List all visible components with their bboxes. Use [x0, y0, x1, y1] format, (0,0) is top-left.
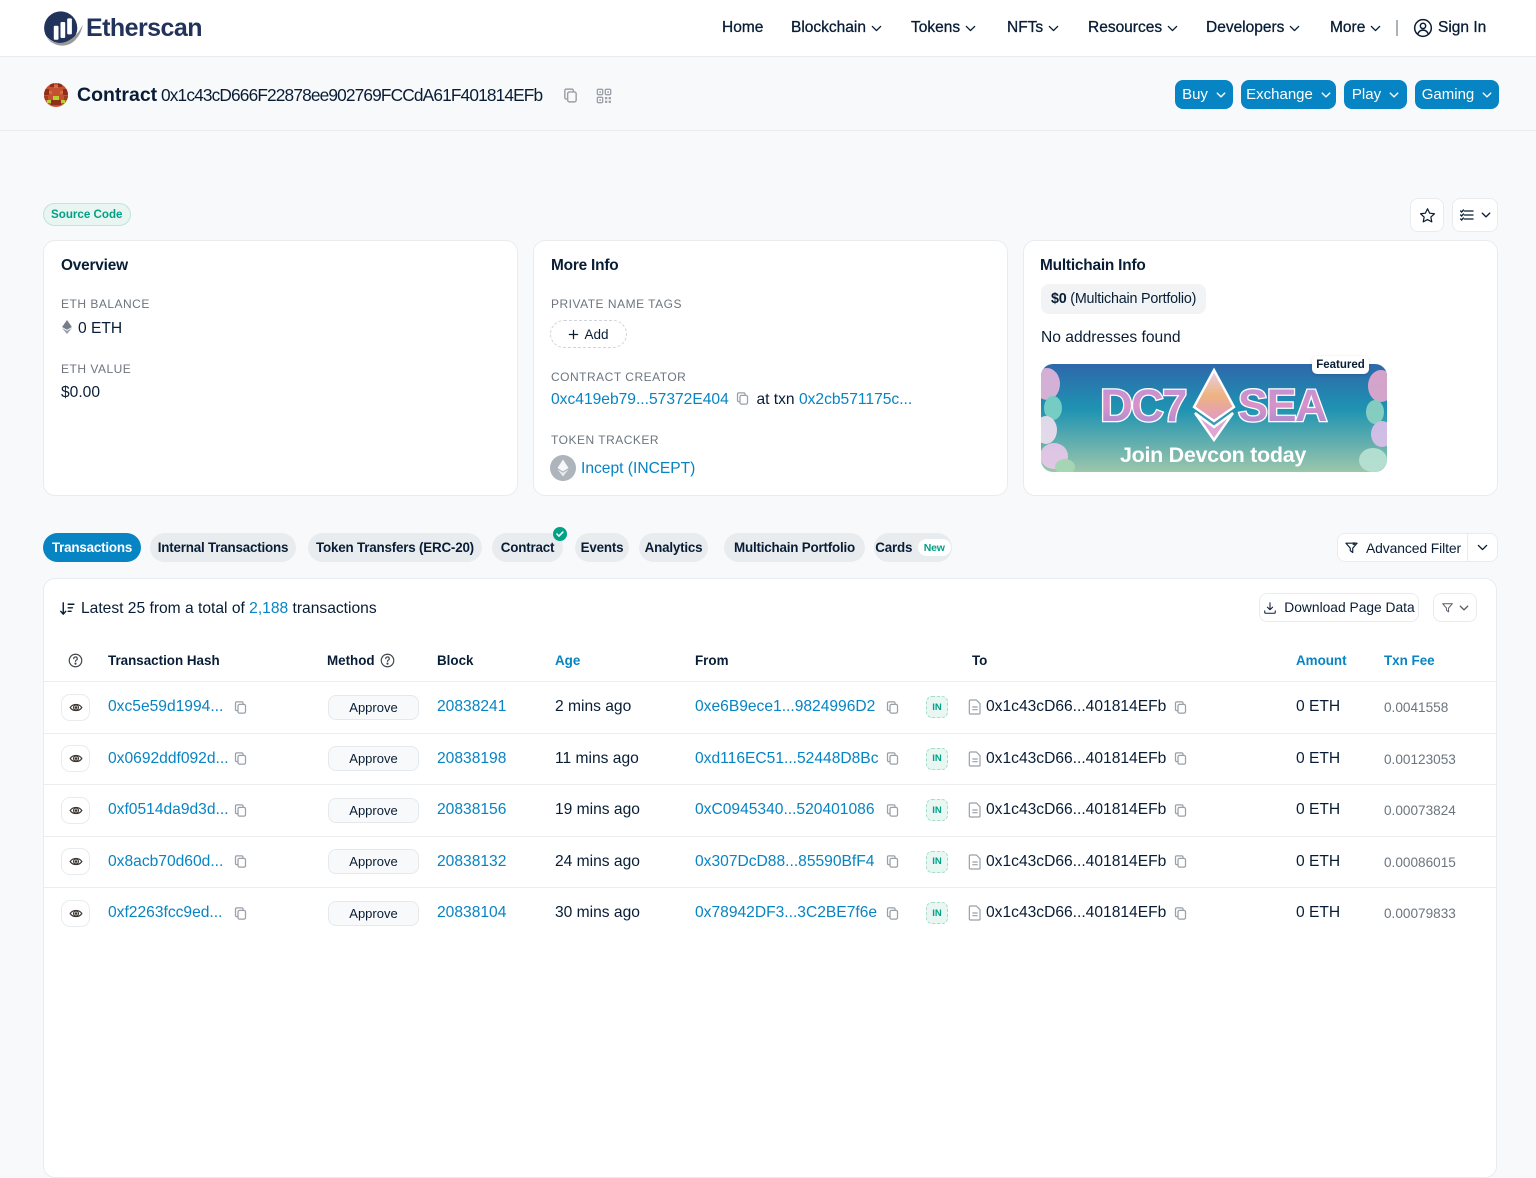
svg-text:Join Devcon today: Join Devcon today — [1120, 443, 1306, 467]
svg-text:SEA: SEA — [1238, 380, 1327, 431]
svg-text:DC7: DC7 — [1100, 380, 1186, 431]
